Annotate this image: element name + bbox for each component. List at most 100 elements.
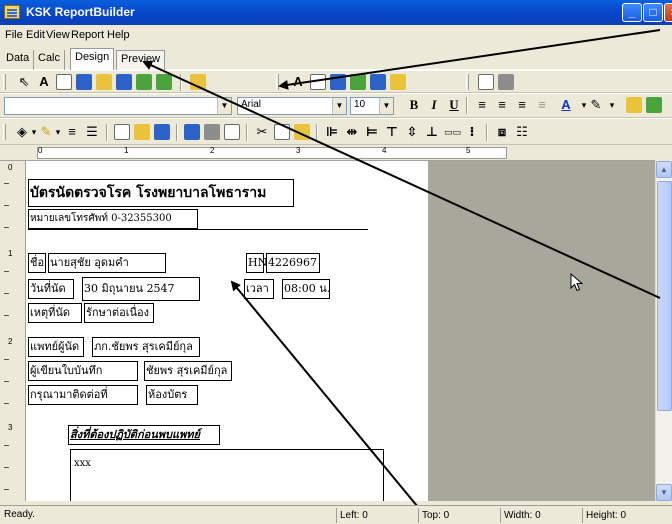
dbrichtext-tool-icon[interactable] — [330, 74, 346, 90]
scroll-thumb[interactable] — [657, 181, 672, 411]
print-icon[interactable] — [204, 124, 220, 140]
chevron-down-icon[interactable]: ▾ — [604, 96, 620, 114]
paste-icon[interactable] — [294, 124, 310, 140]
date-label[interactable]: วันที่นัด — [28, 279, 74, 299]
memo-tool-icon[interactable] — [56, 74, 72, 90]
maximize-button[interactable]: □ — [643, 3, 663, 22]
align-justify-icon[interactable]: ≡ — [534, 96, 550, 114]
menu-view[interactable]: View — [46, 29, 70, 41]
italic-button[interactable]: I — [426, 96, 442, 114]
align-left-icon[interactable]: ≡ — [474, 96, 490, 114]
hn-value-field[interactable]: 4226967 — [266, 253, 320, 273]
align-centers-icon[interactable]: ⇹ — [344, 123, 360, 141]
toolbar-grip — [3, 74, 6, 90]
doctor-label[interactable]: แพทย์ผู้นัด — [28, 337, 84, 357]
highlight-icon[interactable]: ✎ — [588, 96, 604, 114]
subreport-tool-icon[interactable] — [478, 74, 494, 90]
report-design-surface[interactable]: บัตรนัดตรวจโรค โรงพยาบาลโพธาราม หมายเลขโ… — [26, 161, 428, 501]
space-vertical-icon[interactable]: ⁝ — [464, 123, 480, 141]
toolbar-grip — [466, 74, 469, 90]
cut-icon[interactable]: ✂ — [254, 123, 270, 141]
send-back-icon[interactable] — [646, 97, 662, 113]
crosstab-tool-icon[interactable] — [498, 74, 514, 90]
align-lefts-icon[interactable]: ⊫ — [324, 123, 340, 141]
pointer-icon[interactable]: ⇖ — [16, 73, 32, 91]
menu-report[interactable]: Report — [71, 29, 104, 41]
copy-icon[interactable] — [274, 124, 290, 140]
tab-preview[interactable]: Preview — [116, 50, 166, 70]
bring-front-icon[interactable] — [626, 97, 642, 113]
recorder-label[interactable]: ผู้เขียนใบบันทึก — [28, 361, 138, 381]
print-preview-icon[interactable] — [224, 124, 240, 140]
calc-tool-icon[interactable] — [96, 74, 112, 90]
recorder-value-field[interactable]: ชัยพร สุรเคมีย์กุล — [144, 361, 232, 381]
time-value-field[interactable]: 08:00 น. — [282, 279, 330, 299]
separator — [316, 124, 318, 141]
vertical-scrollbar[interactable]: ▲ ▼ — [655, 161, 672, 501]
doctor-value-field[interactable]: ภก.ชัยพร สุรเคมีย์กุล — [92, 337, 200, 357]
hn-label[interactable]: HN — [246, 253, 267, 273]
page-setup-icon[interactable] — [184, 124, 200, 140]
reason-value-field[interactable]: รักษาต่อเนื่อง — [84, 303, 154, 323]
reason-label[interactable]: เหตุที่นัด — [28, 303, 82, 323]
dbimage-tool-icon[interactable] — [370, 74, 386, 90]
dbtext-tool-icon[interactable]: A — [290, 73, 306, 91]
font-name-select[interactable]: Arial ▼ — [237, 97, 347, 115]
label-tool-icon[interactable]: A — [36, 73, 52, 91]
instructions-memo[interactable]: xxx — [70, 449, 384, 501]
align-tops-icon[interactable]: ⊤ — [384, 123, 400, 141]
name-label[interactable]: ชื่อ — [28, 253, 46, 273]
align-rights-icon[interactable]: ⊨ — [364, 123, 380, 141]
contact-value-field[interactable]: ห้องบัตร — [146, 385, 198, 405]
divider-line[interactable] — [28, 229, 368, 230]
tab-data[interactable]: Data — [2, 50, 35, 70]
phone-label[interactable]: หมายเลขโทรศัพท์ 0-32355300 — [28, 209, 198, 229]
title-bar: KSK ReportBuilder _ □ × — [0, 0, 672, 25]
dbmemo-tool-icon[interactable] — [310, 74, 326, 90]
region-tool-icon[interactable] — [190, 74, 206, 90]
image-tool-icon[interactable] — [116, 74, 132, 90]
richtext-tool-icon[interactable] — [76, 74, 92, 90]
status-top: Top: 0 — [418, 508, 498, 523]
report-title-label[interactable]: บัตรนัดตรวจโรค โรงพยาบาลโพธาราม — [28, 179, 294, 207]
font-color-button[interactable]: A — [558, 96, 574, 114]
space-horizontal-icon[interactable]: ▭▭ — [444, 123, 461, 141]
scroll-up-button[interactable]: ▲ — [656, 161, 672, 178]
bold-button[interactable]: B — [406, 96, 422, 114]
date-value-field[interactable]: 30 มิถุนายน 2547 — [82, 277, 200, 301]
dbbarcode-tool-icon[interactable] — [390, 74, 406, 90]
menu-file[interactable]: File — [5, 29, 23, 41]
time-label[interactable]: เวลา — [244, 279, 274, 299]
shape-tool-icon[interactable] — [136, 74, 152, 90]
component-toolbar: ⇖ A A — [0, 70, 672, 93]
line-thickness-icon[interactable]: ≡ — [64, 123, 80, 141]
line-style-icon[interactable]: ☰ — [84, 123, 100, 141]
open-icon[interactable] — [134, 124, 150, 140]
underline-button[interactable]: U — [446, 96, 462, 114]
name-value-field[interactable]: นายสุชัย อุดมคำ — [48, 253, 166, 273]
menu-help[interactable]: Help — [107, 29, 130, 41]
align-center-icon[interactable]: ≡ — [494, 96, 510, 114]
before-visit-heading[interactable]: สิ่งที่ต้องปฏิบัติก่อนพบแพทย์ — [68, 425, 220, 445]
ruler-tick — [4, 315, 9, 316]
save-icon[interactable] — [154, 124, 170, 140]
align-bottoms-icon[interactable]: ⊥ — [424, 123, 440, 141]
chevron-down-icon: ▼ — [217, 98, 231, 114]
chart-tool-icon[interactable] — [156, 74, 172, 90]
menu-edit[interactable]: Edit — [26, 29, 45, 41]
scroll-down-button[interactable]: ▼ — [656, 484, 672, 501]
tab-design[interactable]: Design — [70, 48, 115, 70]
separator — [246, 124, 248, 141]
align-right-icon[interactable]: ≡ — [514, 96, 530, 114]
contact-label[interactable]: กรุณามาติดต่อที่ — [28, 385, 138, 405]
new-icon[interactable] — [114, 124, 130, 140]
font-size-select[interactable]: 10 ▼ — [350, 97, 394, 115]
same-width-icon[interactable]: ⧈ — [494, 123, 510, 141]
align-middles-icon[interactable]: ⇳ — [404, 123, 420, 141]
dbcalc-tool-icon[interactable] — [350, 74, 366, 90]
same-height-icon[interactable]: ☷ — [514, 123, 530, 141]
minimize-button[interactable]: _ — [622, 3, 642, 22]
close-button[interactable]: × — [664, 3, 672, 22]
component-select[interactable]: ▼ — [4, 97, 232, 115]
tab-calc[interactable]: Calc — [34, 50, 66, 70]
